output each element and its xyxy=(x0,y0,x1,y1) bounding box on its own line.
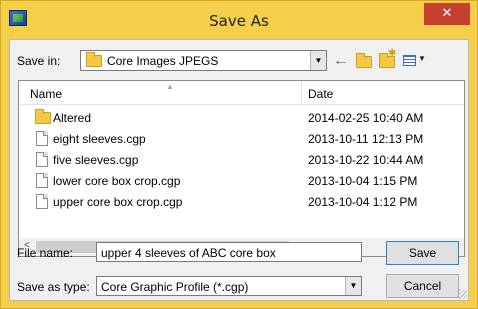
column-header-name[interactable]: Name xyxy=(30,87,62,101)
save-in-label: Save in: xyxy=(17,54,61,68)
column-header-date[interactable]: Date xyxy=(308,87,333,101)
title-bar[interactable]: Save As ✕ xyxy=(1,1,477,39)
item-date: 2013-10-11 12:13 PM xyxy=(308,132,424,146)
list-item[interactable]: eight sleeves.cgp 2013-10-11 12:13 PM xyxy=(19,129,464,149)
up-folder-icon[interactable] xyxy=(355,52,373,69)
back-arrow-icon[interactable]: 🠀 xyxy=(332,52,350,70)
item-date: 2013-10-04 1:15 PM xyxy=(308,174,418,188)
save-as-type-value: Core Graphic Profile (*.cgp) xyxy=(101,280,249,294)
save-as-dialog: Save As ✕ Save in: Core Images JPEGS ▼ 🠀… xyxy=(0,0,478,309)
file-name-label: File name: xyxy=(17,246,74,260)
save-in-dropdown[interactable]: Core Images JPEGS ▼ xyxy=(80,50,327,71)
list-item-folder[interactable]: Altered 2014-02-25 10:40 AM xyxy=(19,108,464,128)
save-as-type-dropdown[interactable]: Core Graphic Profile (*.cgp) ▼ xyxy=(96,276,362,296)
folder-icon xyxy=(86,52,102,67)
resize-grip[interactable] xyxy=(457,289,467,299)
list-item[interactable]: five sleeves.cgp 2013-10-22 10:44 AM xyxy=(19,150,464,170)
save-in-value: Core Images JPEGS xyxy=(107,54,219,68)
dialog-title: Save As xyxy=(209,12,269,30)
file-icon xyxy=(36,131,48,146)
file-icon xyxy=(36,173,48,188)
file-icon xyxy=(36,152,48,167)
column-divider[interactable] xyxy=(301,81,302,105)
item-name: Altered xyxy=(53,111,92,125)
item-name: upper core box crop.cgp xyxy=(53,195,183,209)
dialog-body: Save in: Core Images JPEGS ▼ 🠀 ✱ ▼ Name … xyxy=(9,39,469,301)
file-list[interactable]: Name ▲ Date Altered 2014-02-25 10:40 AM … xyxy=(18,80,465,257)
item-date: 2013-10-22 10:44 AM xyxy=(308,153,424,167)
list-item[interactable]: upper core box crop.cgp 2013-10-04 1:12 … xyxy=(19,192,464,212)
file-icon xyxy=(36,194,48,209)
item-name: eight sleeves.cgp xyxy=(53,132,146,146)
chevron-down-icon[interactable]: ▼ xyxy=(310,51,326,70)
file-name-input[interactable]: upper 4 sleeves of ABC core box xyxy=(96,242,362,262)
cancel-button[interactable]: Cancel xyxy=(386,274,459,298)
folder-icon xyxy=(35,109,51,124)
new-folder-icon[interactable]: ✱ xyxy=(378,48,396,69)
chevron-down-icon[interactable]: ▼ xyxy=(345,277,361,295)
save-as-type-label: Save as type: xyxy=(17,280,90,294)
sort-ascending-icon: ▲ xyxy=(166,82,174,91)
list-header: Name ▲ Date xyxy=(19,81,464,105)
list-item[interactable]: lower core box crop.cgp 2013-10-04 1:15 … xyxy=(19,171,464,191)
view-menu-icon[interactable]: ▼ xyxy=(402,52,428,69)
item-name: lower core box crop.cgp xyxy=(53,174,181,188)
close-button[interactable]: ✕ xyxy=(424,3,470,25)
item-name: five sleeves.cgp xyxy=(53,153,139,167)
save-button[interactable]: Save xyxy=(386,241,459,265)
item-date: 2014-02-25 10:40 AM xyxy=(308,111,424,125)
item-date: 2013-10-04 1:12 PM xyxy=(308,195,418,209)
